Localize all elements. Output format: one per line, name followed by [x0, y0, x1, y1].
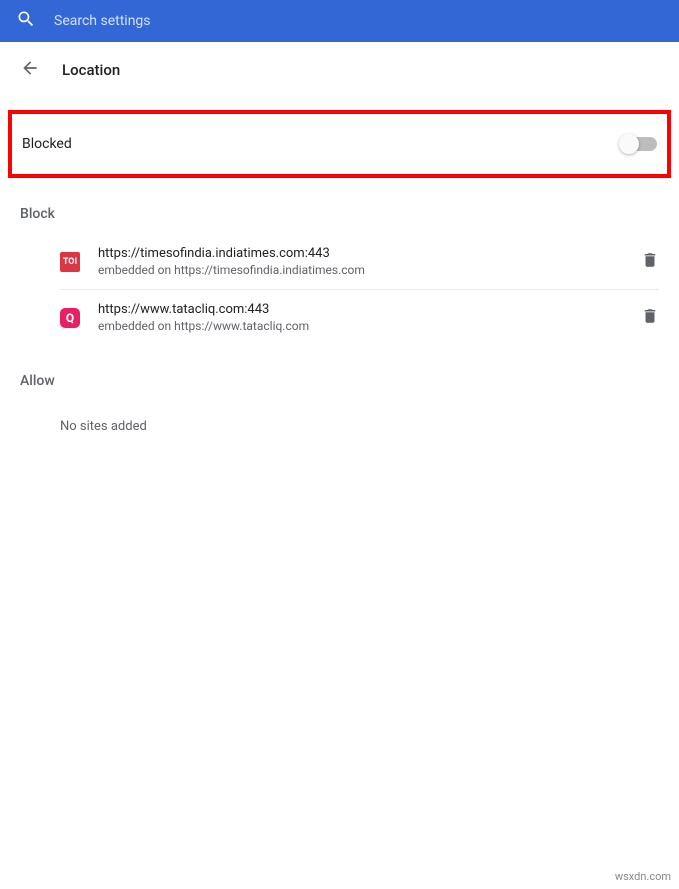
back-arrow-icon[interactable]: [20, 58, 40, 82]
blocked-toggle-row: Blocked: [8, 110, 671, 178]
delete-icon[interactable]: [641, 307, 659, 329]
delete-icon[interactable]: [641, 251, 659, 273]
site-row: TOI https://timesofindia.indiatimes.com:…: [60, 234, 659, 290]
search-input[interactable]: Search settings: [54, 13, 151, 29]
blocked-toggle[interactable]: [621, 137, 657, 151]
allow-section-label: Allow: [0, 345, 679, 401]
watermark: wsxdn.com: [615, 870, 671, 883]
allow-empty-text: No sites added: [0, 401, 679, 434]
header-bar: Search settings: [0, 0, 679, 42]
block-site-list: TOI https://timesofindia.indiatimes.com:…: [0, 234, 679, 345]
title-row: Location: [0, 42, 679, 92]
page-title: Location: [62, 61, 120, 79]
toggle-label: Blocked: [22, 136, 72, 152]
site-text: https://timesofindia.indiatimes.com:443 …: [98, 246, 623, 277]
site-text: https://www.tatacliq.com:443 embedded on…: [98, 302, 623, 333]
site-embedded: embedded on https://www.tatacliq.com: [98, 319, 623, 333]
site-embedded: embedded on https://timesofindia.indiati…: [98, 263, 623, 277]
site-favicon: TOI: [60, 252, 80, 272]
site-row: Q https://www.tatacliq.com:443 embedded …: [60, 290, 659, 345]
site-favicon: Q: [60, 308, 80, 328]
site-url: https://www.tatacliq.com:443: [98, 302, 623, 317]
site-url: https://timesofindia.indiatimes.com:443: [98, 246, 623, 261]
block-section-label: Block: [0, 178, 679, 234]
search-icon[interactable]: [16, 9, 36, 33]
